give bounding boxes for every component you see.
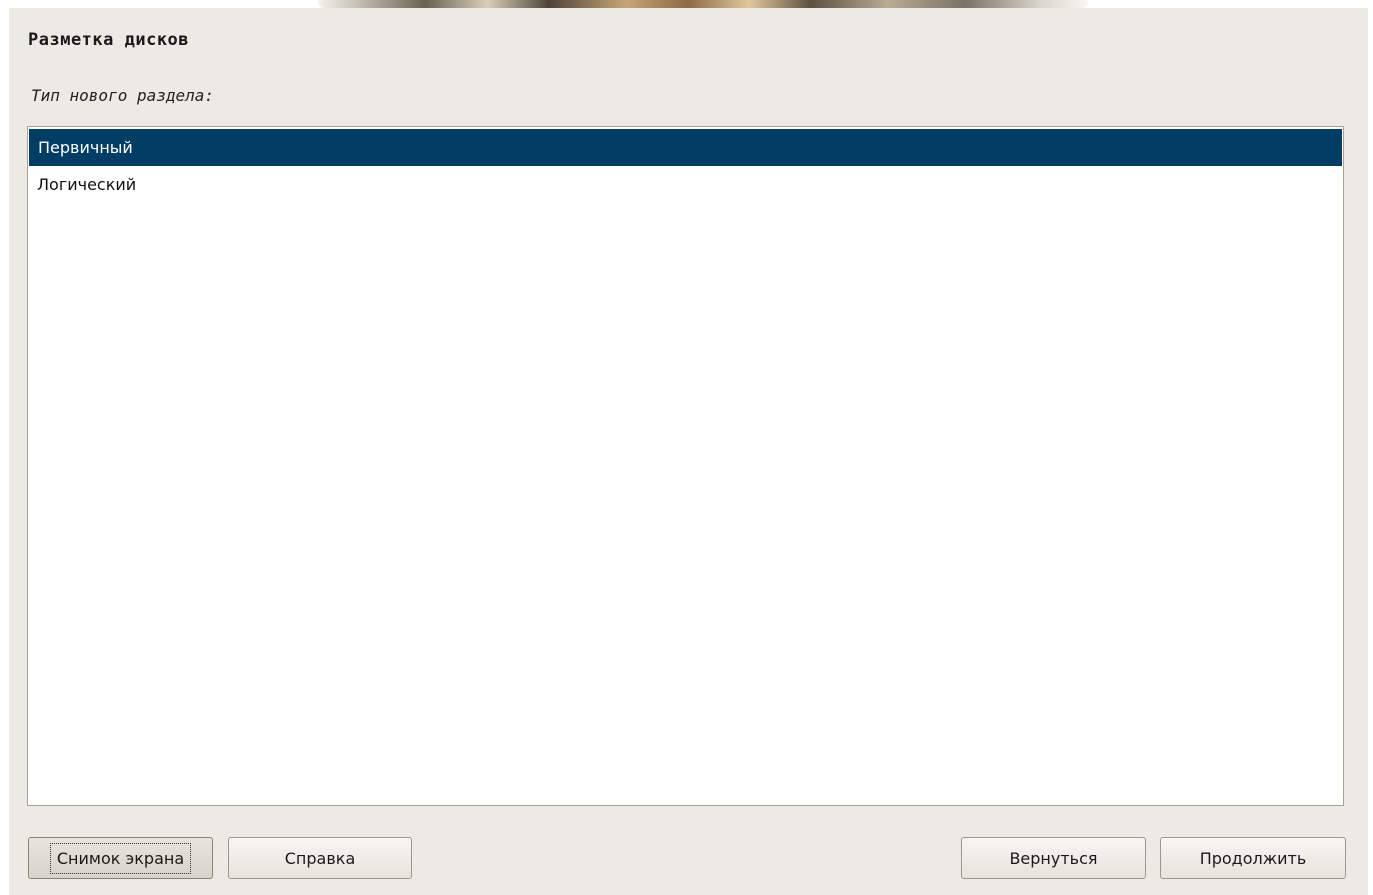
- help-button-label: Справка: [284, 848, 356, 868]
- partition-type-list[interactable]: Первичный Логический: [27, 126, 1344, 806]
- page-title: Разметка дисков: [28, 30, 190, 50]
- help-button[interactable]: Справка: [228, 837, 412, 879]
- installer-banner: [0, 0, 1373, 8]
- screenshot-button[interactable]: Снимок экрана: [28, 837, 213, 879]
- partition-type-question: Тип нового раздела:: [31, 86, 215, 105]
- back-button[interactable]: Вернуться: [961, 837, 1146, 879]
- continue-button[interactable]: Продолжить: [1160, 837, 1346, 879]
- list-item-logical[interactable]: Логический: [28, 166, 1343, 203]
- back-button-label: Вернуться: [1009, 848, 1098, 868]
- continue-button-label: Продолжить: [1199, 848, 1307, 868]
- banner-artwork: [318, 0, 1088, 8]
- list-item-primary[interactable]: Первичный: [29, 129, 1342, 166]
- screenshot-button-label: Снимок экрана: [49, 842, 192, 874]
